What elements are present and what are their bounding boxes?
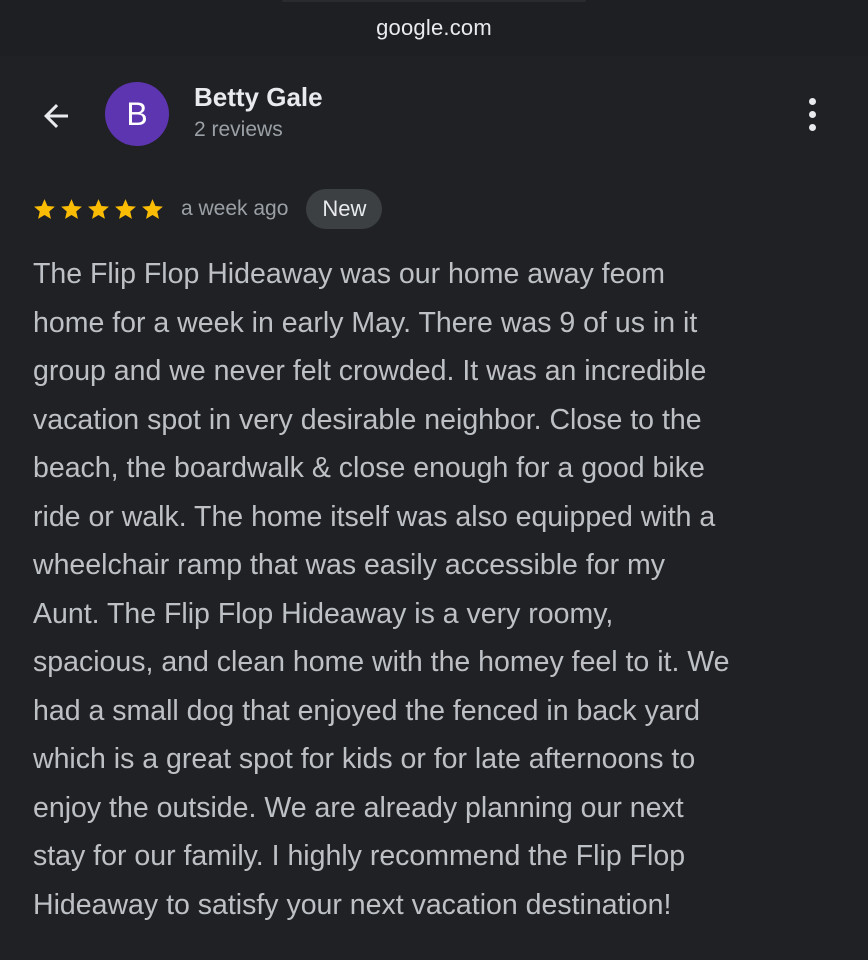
back-button[interactable] xyxy=(30,90,82,142)
url-bar-handle xyxy=(282,0,586,2)
more-vertical-icon-dot xyxy=(808,97,816,105)
star-rating xyxy=(32,197,165,222)
author-review-count: 2 reviews xyxy=(194,118,283,141)
review-header: B Betty Gale 2 reviews xyxy=(0,56,868,176)
review-text: The Flip Flop Hideaway was our home away… xyxy=(33,258,730,921)
star-icon xyxy=(142,198,163,219)
browser-url-bar[interactable]: google.com xyxy=(0,0,868,56)
star-icon xyxy=(34,198,55,219)
rating-row: a week ago New xyxy=(32,188,383,230)
more-options-button[interactable] xyxy=(792,90,832,138)
avatar-letter: B xyxy=(126,95,148,132)
author-name[interactable]: Betty Gale xyxy=(194,82,323,113)
arrow-left-icon xyxy=(44,104,68,128)
new-badge: New xyxy=(306,189,383,229)
star-icon xyxy=(115,198,136,219)
star-icon xyxy=(88,198,109,219)
star-icon xyxy=(61,198,82,219)
url-text: google.com xyxy=(376,15,492,40)
review-time: a week ago xyxy=(181,197,289,220)
more-vertical-icon-dot xyxy=(808,123,816,131)
more-vertical-icon-dot xyxy=(808,110,816,118)
avatar[interactable]: B xyxy=(105,82,169,146)
